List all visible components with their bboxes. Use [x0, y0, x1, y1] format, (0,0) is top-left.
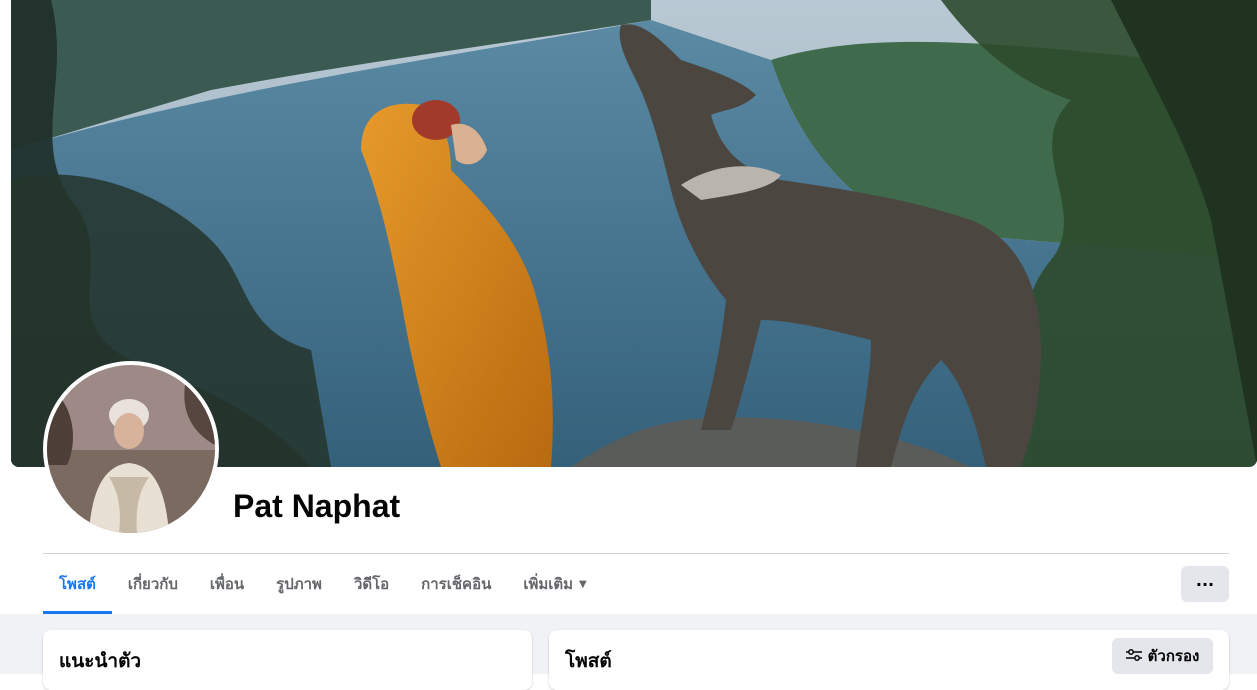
posts-card-title: โพสต์	[565, 650, 612, 672]
filter-button[interactable]: ตัวกรอง	[1112, 638, 1213, 674]
tab-videos[interactable]: วิดีโอ	[338, 555, 405, 613]
posts-card: โพสต์ ตัวกรอง	[549, 630, 1229, 690]
caret-down-icon: ▼	[579, 578, 587, 590]
intro-card-title: แนะนำตัว	[59, 650, 142, 672]
tab-label: โพสต์	[59, 575, 96, 593]
tab-label: เกี่ยวกับ	[127, 575, 178, 593]
tab-photos[interactable]: รูปภาพ	[260, 555, 338, 613]
tab-label: เพิ่มเติม	[523, 575, 574, 593]
profile-name: Pat Naphat	[233, 488, 401, 524]
profile-tabs: โพสต์ เกี่ยวกับ เพื่อน รูปภาพ วิดีโอ การ…	[43, 555, 603, 614]
more-options-button[interactable]: ···	[1181, 566, 1229, 602]
tab-label: รูปภาพ	[276, 575, 322, 593]
profile-avatar[interactable]	[47, 365, 215, 533]
intro-card: แนะนำตัว	[43, 630, 532, 690]
more-horizontal-icon: ···	[1195, 574, 1215, 594]
tab-about[interactable]: เกี่ยวกับ	[112, 555, 194, 613]
tab-label: การเช็คอิน	[421, 575, 492, 593]
tab-friends[interactable]: เพื่อน	[194, 555, 260, 613]
tab-label: วิดีโอ	[353, 575, 390, 593]
divider	[43, 553, 1229, 554]
filter-button-label: ตัวกรอง	[1147, 647, 1200, 665]
tab-posts[interactable]: โพสต์	[43, 555, 112, 614]
filter-sliders-icon	[1125, 647, 1142, 665]
tab-checkins[interactable]: การเช็คอิน	[405, 555, 507, 613]
tab-label: เพื่อน	[209, 575, 245, 593]
tab-more[interactable]: เพิ่มเติม ▼	[507, 555, 602, 613]
